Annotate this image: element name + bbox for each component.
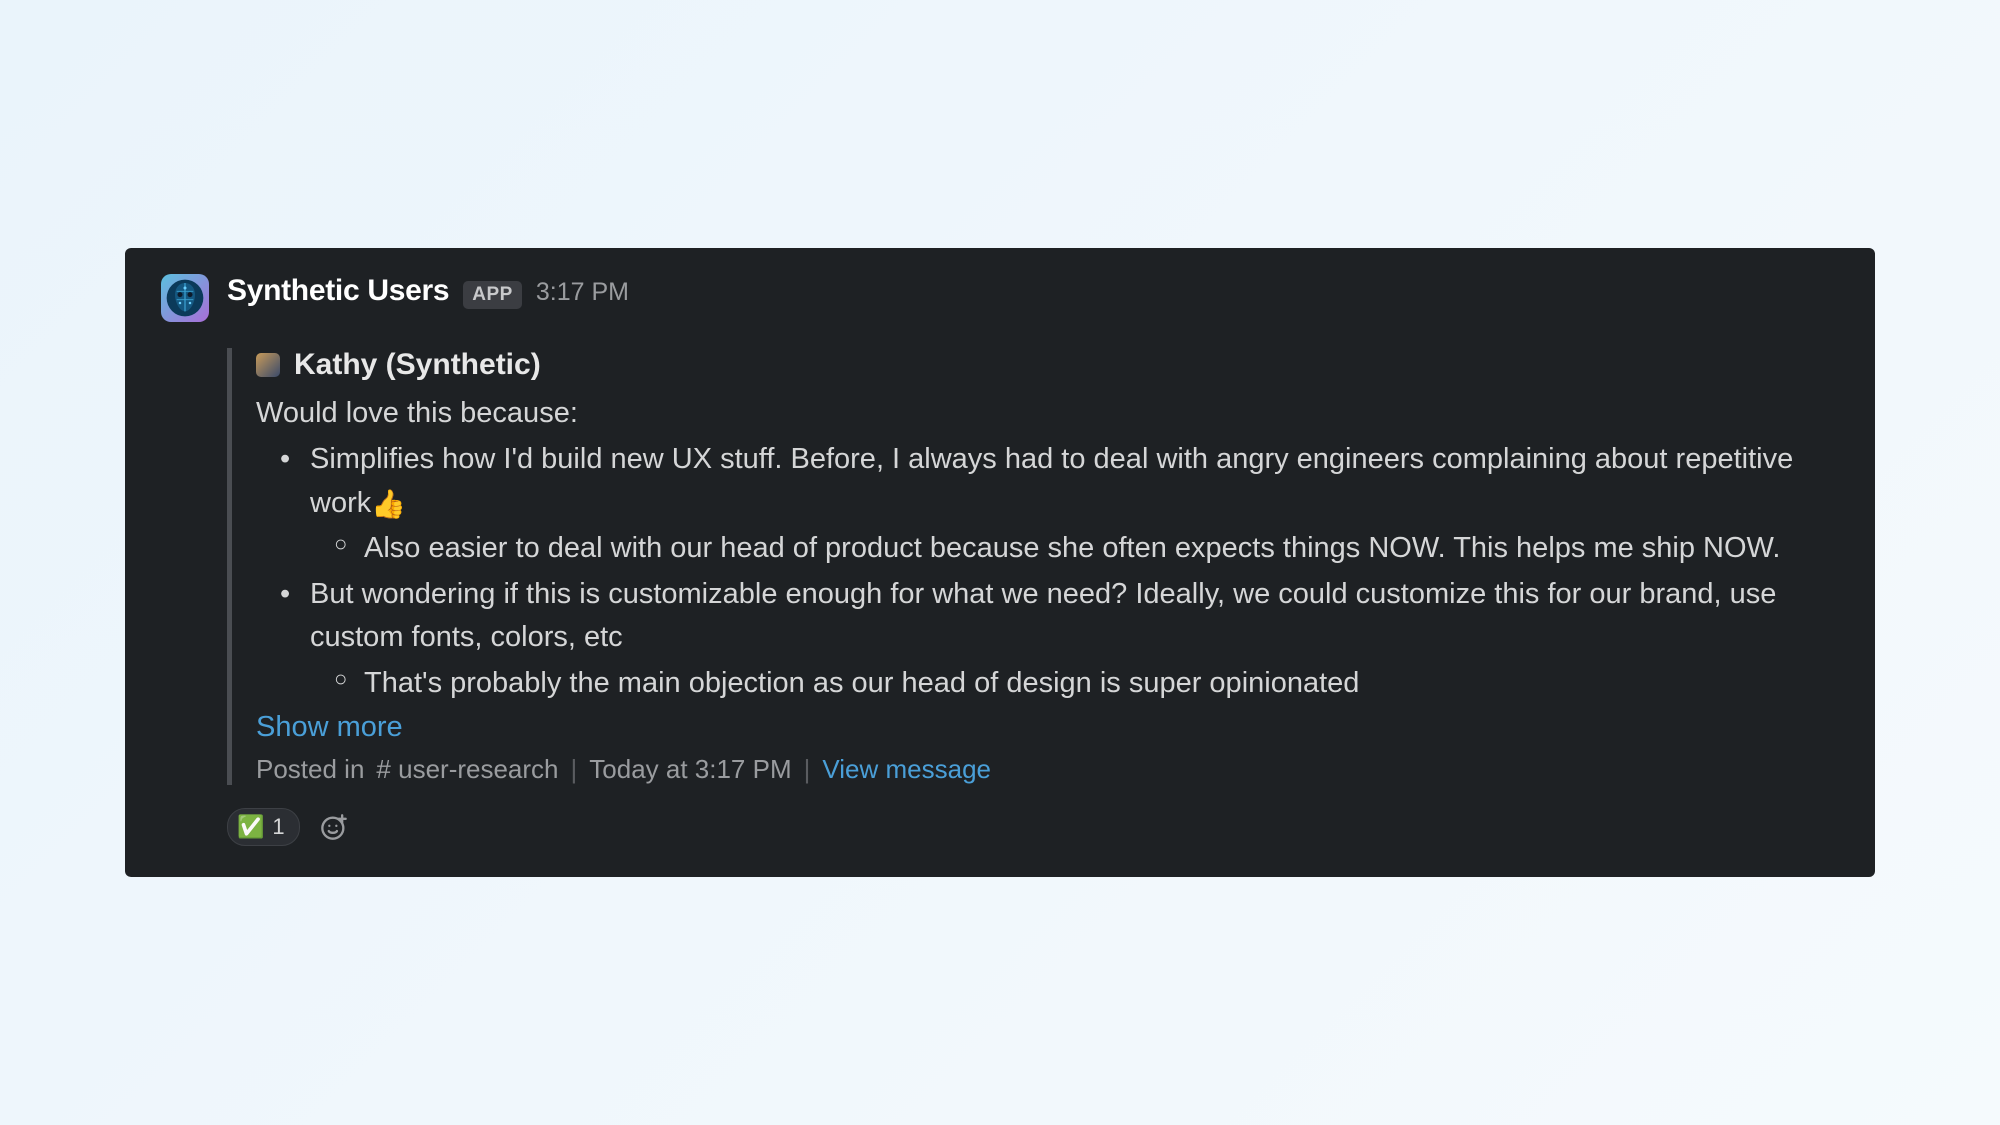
quoted-message: Kathy (Synthetic) Would love this becaus… <box>227 348 1839 785</box>
posted-when: Today at 3:17 PM <box>589 754 791 785</box>
header-meta: Synthetic Users APP 3:17 PM <box>227 274 629 309</box>
add-emoji-icon <box>320 813 348 841</box>
message-header: Synthetic Users APP 3:17 PM <box>161 274 1839 322</box>
show-more-link[interactable]: Show more <box>256 711 403 744</box>
check-mark-icon: ✅ <box>237 816 264 838</box>
view-message-link[interactable]: View message <box>822 754 991 785</box>
app-badge: APP <box>463 281 522 309</box>
quoted-author-avatar[interactable] <box>256 353 280 377</box>
app-name[interactable]: Synthetic Users <box>227 274 449 308</box>
bullet-text: Simplifies how I'd build new UX stuff. B… <box>310 443 1793 519</box>
posted-in-prefix: Posted in <box>256 754 364 785</box>
separator: | <box>571 754 578 785</box>
quote-intro-text: Would love this because: <box>256 392 1839 434</box>
sub-bullet-list: That's probably the main objection as ou… <box>310 662 1839 706</box>
ai-face-icon <box>165 278 205 318</box>
bullet-list: Simplifies how I'd build new UX stuff. B… <box>256 438 1839 705</box>
quote-footer: Posted in # user-research | Today at 3:1… <box>256 754 1839 785</box>
sub-bullet-text: That's probably the main objection as ou… <box>364 667 1359 699</box>
reactions-row: ✅ 1 <box>227 807 1839 847</box>
channel-name: user-research <box>398 754 558 784</box>
quoted-author-name[interactable]: Kathy (Synthetic) <box>294 348 541 382</box>
slack-message-card: Synthetic Users APP 3:17 PM Kathy (Synth… <box>125 248 1875 877</box>
sub-bullet-list: Also easier to deal with our head of pro… <box>310 527 1839 571</box>
message-timestamp[interactable]: 3:17 PM <box>536 278 629 307</box>
add-reaction-button[interactable] <box>314 807 354 847</box>
app-avatar[interactable] <box>161 274 209 322</box>
reaction-pill[interactable]: ✅ 1 <box>227 808 300 846</box>
sub-bullet-text: Also easier to deal with our head of pro… <box>364 532 1780 564</box>
list-item: Also easier to deal with our head of pro… <box>334 527 1839 571</box>
list-item: But wondering if this is customizable en… <box>280 573 1839 706</box>
reaction-count: 1 <box>272 814 284 840</box>
list-item: That's probably the main objection as ou… <box>334 662 1839 706</box>
channel-link[interactable]: # user-research <box>376 754 558 785</box>
quoted-author-row: Kathy (Synthetic) <box>256 348 1839 382</box>
separator: | <box>804 754 811 785</box>
list-item: Simplifies how I'd build new UX stuff. B… <box>280 438 1839 571</box>
bullet-text: But wondering if this is customizable en… <box>310 578 1776 654</box>
thumbs-up-icon: 👍 <box>371 488 406 519</box>
hash-icon: # <box>376 754 390 784</box>
